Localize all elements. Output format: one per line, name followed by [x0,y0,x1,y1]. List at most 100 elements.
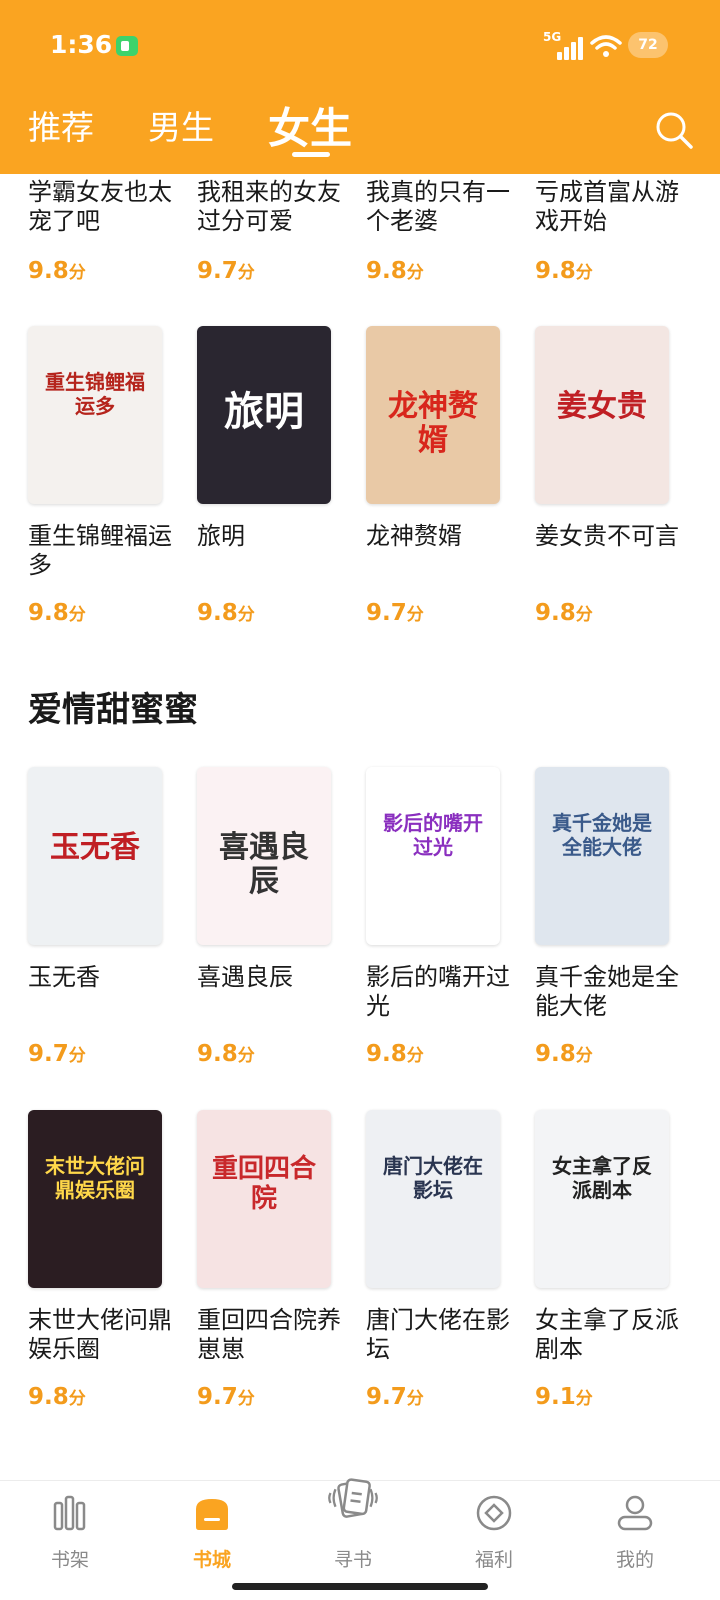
nav-welfare[interactable]: 福利 [444,1481,544,1581]
book-score: 9.8分 [197,1041,255,1067]
signal-bar [564,47,569,60]
bookstore-icon [196,1499,228,1530]
book-cover[interactable]: 重生锦鲤福运多 [28,326,162,504]
score-value: 9.7 [366,600,407,626]
camera-indicator-icon [116,36,138,56]
book-title: 重生锦鲤福运多 [28,522,172,579]
nav-find-book[interactable]: 寻书 [303,1478,403,1581]
book-cover[interactable]: 龙神赘婿 [366,326,500,504]
score-value: 9.8 [197,600,238,626]
signal-bar [571,42,576,60]
book-cover[interactable]: 女主拿了反派剧本 [535,1110,669,1288]
book-score: 9.8分 [28,600,86,626]
cover-title-art: 真千金她是全能大佬 [552,811,652,859]
nav-label: 书架 [50,1549,89,1571]
cover-title-art: 玉无香 [50,830,140,865]
cover-title-art: 重回四合院 [211,1154,316,1214]
book-cover[interactable]: 末世大佬问鼎娱乐圈 [28,1110,162,1288]
section-title: 爱情甜蜜蜜 [28,690,198,730]
search-icon[interactable] [654,110,694,150]
battery-indicator: 72 [628,32,668,58]
find-book-icon [328,1478,378,1518]
score-unit: 分 [575,605,593,625]
score-unit: 分 [406,605,424,625]
nav-bookshelf[interactable]: 书架 [20,1481,120,1581]
book-score: 9.7分 [366,600,424,626]
book-feed[interactable]: 学霸女友也太宠了吧 9.8分 我租来的女友过分可爱 9.7分 我真的只有一个老婆… [0,0,720,1480]
cover-title-art: 龙神赘婿 [388,389,478,458]
book-score: 9.8分 [28,1384,86,1410]
home-indicator [232,1583,488,1590]
welfare-icon [476,1495,512,1531]
book-title: 学霸女友也太宠了吧 [28,178,172,235]
book-cover[interactable]: 姜女贵 [535,326,669,504]
book-cover[interactable]: 真千金她是全能大佬 [535,767,669,945]
book-title: 玉无香 [28,963,100,991]
book-score: 9.8分 [28,258,86,284]
score-value: 9.8 [28,600,69,626]
book-score: 9.8分 [366,258,424,284]
book-title: 龙神赘婿 [366,522,462,550]
cover-title-art: 喜遇良辰 [219,830,309,899]
bottom-navigation: 书架 书城 寻书 福利 我的 [0,1478,720,1600]
book-cover[interactable]: 影后的嘴开过光 [366,767,500,945]
network-type: 5G [543,30,562,44]
cellular-signal-icon: 5G [543,30,585,60]
nav-profile[interactable]: 我的 [585,1481,685,1581]
score-unit: 分 [406,1046,424,1066]
book-score: 9.8分 [197,600,255,626]
book-score: 9.8分 [535,600,593,626]
tab-female[interactable]: 女生 [268,95,352,156]
score-unit: 分 [68,605,86,625]
app-screen: 学霸女友也太宠了吧 9.8分 我租来的女友过分可爱 9.7分 我真的只有一个老婆… [0,0,720,1600]
book-title: 亏成首富从游戏开始 [535,178,679,235]
book-cover[interactable]: 旅明 [197,326,331,504]
top-header: 1:36 5G 72 推荐 男生 女生 [0,0,720,174]
nav-bookstore[interactable]: 书城 [162,1481,262,1581]
book-cover[interactable]: 喜遇良辰 [197,767,331,945]
cover-title-art: 唐门大佬在影坛 [383,1154,483,1202]
score-unit: 分 [237,1046,255,1066]
category-tabs: 推荐 男生 女生 [0,95,720,170]
book-cover[interactable]: 玉无香 [28,767,162,945]
score-unit: 分 [575,263,593,283]
score-value: 9.8 [28,1384,69,1410]
active-tab-indicator [292,152,330,157]
book-cover[interactable]: 唐门大佬在影坛 [366,1110,500,1288]
book-score: 9.8分 [535,1041,593,1067]
cover-title-art: 重生锦鲤福运多 [45,370,145,418]
nav-label: 书城 [192,1549,231,1571]
score-unit: 分 [575,1389,593,1409]
score-value: 9.7 [197,258,238,284]
book-title: 唐门大佬在影坛 [366,1306,510,1363]
cover-title-art: 姜女贵 [557,389,647,424]
signal-bar [578,37,583,60]
score-unit: 分 [68,1046,86,1066]
score-unit: 分 [237,605,255,625]
tab-recommend[interactable]: 推荐 [28,101,94,149]
score-unit: 分 [406,263,424,283]
book-title: 喜遇良辰 [197,963,293,991]
score-value: 9.8 [197,1041,238,1067]
score-value: 9.1 [535,1384,576,1410]
book-title: 末世大佬问鼎娱乐圈 [28,1306,172,1363]
book-title: 旅明 [197,522,245,550]
cover-title-art: 旅明 [224,388,304,435]
cover-title-art: 末世大佬问鼎娱乐圈 [45,1154,145,1202]
score-unit: 分 [237,1389,255,1409]
book-title: 影后的嘴开过光 [366,963,510,1020]
wifi-icon [590,35,622,57]
status-time: 1:36 [50,30,113,59]
score-value: 9.7 [197,1384,238,1410]
book-score: 9.7分 [28,1041,86,1067]
tab-male[interactable]: 男生 [148,101,214,149]
book-score: 9.7分 [197,258,255,284]
book-title: 真千金她是全能大佬 [535,963,679,1020]
score-value: 9.8 [366,1041,407,1067]
book-score: 9.8分 [366,1041,424,1067]
score-value: 9.8 [366,258,407,284]
book-score: 9.8分 [535,258,593,284]
book-cover[interactable]: 重回四合院 [197,1110,331,1288]
cover-title-art: 女主拿了反派剧本 [552,1154,652,1202]
score-unit: 分 [237,263,255,283]
